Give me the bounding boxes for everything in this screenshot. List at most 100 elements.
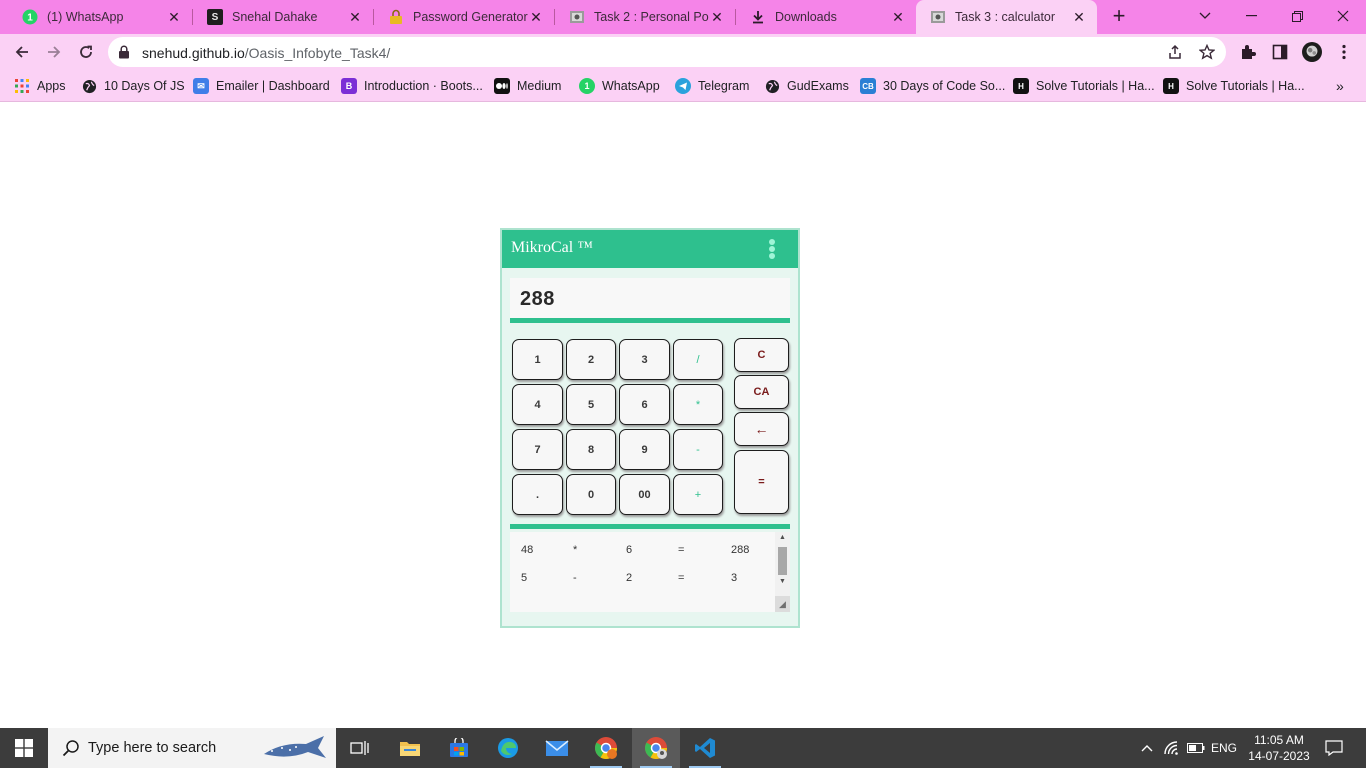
key-3[interactable]: 3 [619, 339, 670, 380]
battery-icon[interactable] [1184, 728, 1208, 768]
vscode-button[interactable] [681, 728, 729, 768]
mail-button[interactable] [533, 728, 581, 768]
search-placeholder: Type here to search [88, 740, 217, 756]
minimize-button[interactable] [1228, 0, 1274, 32]
start-button[interactable] [0, 728, 48, 768]
close-icon[interactable]: ✕ [890, 9, 906, 25]
network-icon[interactable] [1160, 728, 1184, 768]
history-operand-b: 6 [626, 544, 633, 556]
kebab-menu-icon[interactable] [768, 239, 776, 259]
profile-avatar[interactable] [1302, 42, 1322, 62]
resize-grip-icon[interactable]: ◢ [775, 596, 790, 612]
history-divider [510, 524, 790, 529]
bookmark-30-days-of-code[interactable]: CB 30 Days of Code So... [860, 77, 1005, 95]
hackerrank-icon: H [1013, 78, 1029, 94]
chevron-down-icon [1199, 12, 1211, 19]
equals-button[interactable]: = [734, 450, 789, 514]
url-path: /Oasis_Infobyte_Task4/ [244, 45, 391, 61]
key-5[interactable]: 5 [566, 384, 616, 425]
back-button[interactable] [8, 38, 36, 66]
chrome-profile-button[interactable] [582, 728, 630, 768]
telegram-icon [675, 78, 691, 94]
scrollbar-thumb[interactable] [778, 547, 787, 575]
snehal-logo-icon: S [207, 9, 223, 25]
close-icon[interactable]: ✕ [528, 9, 544, 25]
key-divide[interactable]: / [673, 339, 723, 380]
tab-search-button[interactable] [1182, 0, 1228, 32]
close-icon[interactable]: ✕ [166, 9, 182, 25]
calculator-page-icon [930, 9, 946, 25]
key-add[interactable]: + [673, 474, 723, 515]
close-window-button[interactable] [1320, 0, 1366, 32]
chrome-icon [645, 737, 667, 759]
history-textarea[interactable]: 48 * 6 = 288 5 - 2 = 3 ▲ ▼ ◢ [510, 532, 790, 612]
extensions-icon[interactable] [1238, 42, 1258, 62]
input-language[interactable]: ENG [1208, 728, 1240, 768]
bookmark-10-days-of-js[interactable]: 10 Days Of JS [81, 77, 185, 95]
key-1[interactable]: 1 [512, 339, 563, 380]
clear-all-button[interactable]: CA [734, 375, 789, 409]
bookmark-solve-tutorials-2[interactable]: H Solve Tutorials | Ha... [1163, 77, 1305, 95]
chrome-profile-icon [595, 737, 617, 759]
show-hidden-icons-button[interactable] [1136, 728, 1158, 768]
forward-button[interactable] [40, 38, 68, 66]
backspace-button[interactable]: ← [734, 412, 789, 446]
bookmarks-overflow-icon[interactable]: » [1336, 77, 1344, 95]
key-8[interactable]: 8 [566, 429, 616, 470]
key-2[interactable]: 2 [566, 339, 616, 380]
scroll-up-icon[interactable]: ▲ [778, 534, 787, 542]
key-double-zero[interactable]: 00 [619, 474, 670, 515]
tab-whatsapp[interactable]: 1 (1) WhatsApp ✕ [8, 0, 192, 34]
chrome-button[interactable] [632, 728, 680, 768]
file-explorer-button[interactable] [386, 728, 434, 768]
reload-button[interactable] [72, 38, 100, 66]
close-icon[interactable]: ✕ [1071, 9, 1087, 25]
key-subtract[interactable]: - [673, 429, 723, 470]
close-icon[interactable]: ✕ [347, 9, 363, 25]
key-7[interactable]: 7 [512, 429, 563, 470]
clear-button[interactable]: C [734, 338, 789, 372]
key-4[interactable]: 4 [512, 384, 563, 425]
restore-button[interactable] [1274, 0, 1320, 32]
tab-personal-portfolio[interactable]: Task 2 : Personal Portf ✕ [555, 0, 735, 34]
key-decimal[interactable]: . [512, 474, 563, 515]
close-icon[interactable]: ✕ [709, 9, 725, 25]
bookmark-bootstrap-introduction[interactable]: B Introduction · Boots... [341, 77, 483, 95]
apps-grid-icon [14, 78, 30, 94]
task-view-button[interactable] [336, 728, 384, 768]
address-bar[interactable]: snehud.github.io/Oasis_Infobyte_Task4/ [108, 37, 1226, 67]
bookmark-label: Introduction · Boots... [364, 79, 483, 93]
globe-icon [81, 78, 97, 94]
bookmark-label: 10 Days Of JS [104, 79, 185, 93]
new-tab-button[interactable]: + [1107, 5, 1131, 29]
key-9[interactable]: 9 [619, 429, 670, 470]
key-multiply[interactable]: * [673, 384, 723, 425]
bookmark-gudexams[interactable]: GudExams [764, 77, 849, 95]
history-operand-a: 5 [521, 572, 528, 584]
notification-icon[interactable] [1318, 728, 1350, 768]
bookmark-star-icon[interactable] [1198, 43, 1216, 61]
system-clock[interactable]: 11:05 AM 14-07-2023 [1244, 732, 1314, 764]
scroll-down-icon[interactable]: ▼ [778, 578, 787, 586]
codebeautify-icon: CB [860, 78, 876, 94]
bookmark-solve-tutorials-1[interactable]: H Solve Tutorials | Ha... [1013, 77, 1155, 95]
key-0[interactable]: 0 [566, 474, 616, 515]
tab-downloads[interactable]: Downloads ✕ [736, 0, 916, 34]
search-icon [62, 739, 80, 762]
bookmark-whatsapp[interactable]: 1 WhatsApp [579, 77, 660, 95]
bookmark-telegram[interactable]: Telegram [675, 77, 749, 95]
lock-icon[interactable] [118, 45, 130, 64]
bookmark-apps[interactable]: Apps [14, 77, 66, 95]
tab-snehal-dahake[interactable]: S Snehal Dahake ✕ [193, 0, 373, 34]
tab-calculator[interactable]: Task 3 : calculator ✕ [916, 0, 1097, 34]
bookmark-emailer-dashboard[interactable]: ✉ Emailer | Dashboard [193, 77, 330, 95]
browser-menu-icon[interactable] [1334, 42, 1354, 62]
edge-button[interactable] [484, 728, 532, 768]
tab-password-generator[interactable]: Password Generator ✕ [374, 0, 554, 34]
share-icon[interactable] [1166, 43, 1184, 61]
key-6[interactable]: 6 [619, 384, 670, 425]
side-panel-icon[interactable] [1270, 42, 1290, 62]
taskbar-search[interactable]: Type here to search [48, 728, 336, 768]
bookmark-medium[interactable]: Medium [494, 77, 561, 95]
microsoft-store-button[interactable] [435, 728, 483, 768]
